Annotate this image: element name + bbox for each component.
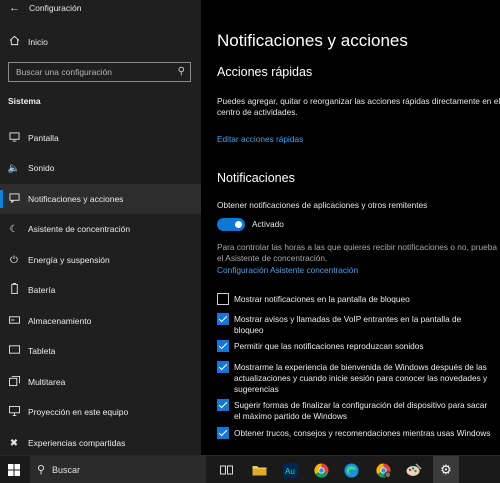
power-icon: ⏻ <box>10 254 18 266</box>
speaker-icon: 🔈 <box>7 162 21 174</box>
projection-icon <box>0 405 28 419</box>
sidebar-item-label: Tableta <box>28 346 56 356</box>
notification-icon <box>0 192 28 206</box>
windows-start-icon[interactable] <box>4 460 24 480</box>
sidebar-item-tableta[interactable]: Tableta <box>0 336 201 366</box>
sidebar-item-label: Batería <box>28 285 56 295</box>
sidebar-item-label: Proyección en este equipo <box>28 407 129 417</box>
taskbar-search-label: Buscar <box>52 464 81 475</box>
sidebar-item-pantalla[interactable]: Pantalla <box>0 123 201 153</box>
get-notifications-label: Obtener notificaciones de aplicaciones y… <box>217 200 428 210</box>
checkbox-voip-lock-screen[interactable] <box>217 313 229 325</box>
edge-icon[interactable] <box>341 460 361 480</box>
sidebar-item-sonido[interactable]: 🔈 Sonido <box>0 153 201 183</box>
sidebar-item-notificaciones[interactable]: Notificaciones y acciones <box>0 184 201 214</box>
sidebar-item-label: Energía y suspensión <box>28 255 110 265</box>
main-content: Notificaciones y acciones Acciones rápid… <box>201 0 500 455</box>
sidebar-item-bateria[interactable]: Batería <box>0 275 201 305</box>
checkbox-label: Sugerir formas de finalizar la configura… <box>234 400 488 421</box>
taskbar-search-box[interactable]: ⚲ Buscar <box>30 456 206 483</box>
sidebar-item-almacenamiento[interactable]: Almacenamiento <box>0 306 201 336</box>
toggle-knob <box>235 221 242 228</box>
checkbox-welcome-experience[interactable] <box>217 361 229 373</box>
file-explorer-icon[interactable] <box>249 460 269 480</box>
window-title: Configuración <box>29 3 82 13</box>
sidebar-item-label: Multitarea <box>28 377 66 387</box>
quick-actions-heading: Acciones rápidas <box>217 65 313 79</box>
checkbox-tips[interactable] <box>217 427 229 439</box>
sidebar-section-title: Sistema <box>8 96 41 106</box>
sidebar-item-proyeccion[interactable]: Proyección en este equipo <box>0 397 201 427</box>
sidebar-item-label: Experiencias compartidas <box>28 438 126 448</box>
storage-icon <box>0 315 28 327</box>
paint-icon[interactable] <box>404 460 424 480</box>
toggle-state-label: Activado <box>252 219 284 229</box>
notifications-heading: Notificaciones <box>217 171 295 185</box>
sidebar-item-energia[interactable]: ⏻ Energía y suspensión <box>0 245 201 275</box>
checkbox-lock-screen-notifications[interactable] <box>217 293 229 305</box>
focus-assist-settings-link[interactable]: Configuración Asistente concentración <box>217 265 358 275</box>
audition-icon[interactable]: Au <box>280 460 300 480</box>
sidebar-home[interactable]: Inicio <box>0 27 201 57</box>
sidebar-item-label: Notificaciones y acciones <box>28 194 124 204</box>
search-placeholder: Buscar una configuración <box>16 67 112 77</box>
sidebar-item-experiencias[interactable]: ✖ Experiencias compartidas <box>0 428 201 458</box>
sidebar-item-label: Almacenamiento <box>28 316 92 326</box>
search-icon[interactable]: ⚲ <box>178 66 185 77</box>
task-view-icon[interactable] <box>216 460 236 480</box>
moon-icon: ☾ <box>9 223 19 235</box>
chrome-profile-icon[interactable] <box>373 460 393 480</box>
share-icon: ✖ <box>9 437 19 449</box>
focus-assist-hint: Para controlar las horas a las que quier… <box>217 242 497 263</box>
settings-icon[interactable]: ⚙ <box>433 456 459 483</box>
sidebar-item-label: Asistente de concentración <box>28 224 131 234</box>
sidebar: ← Configuración Inicio Buscar una config… <box>0 0 201 455</box>
monitor-icon <box>0 131 28 145</box>
sidebar-home-label: Inicio <box>28 37 48 47</box>
checkbox-label: Mostrarme la experiencia de bienvenida d… <box>234 362 488 394</box>
window-title-bar: ← Configuración <box>9 2 81 14</box>
svg-text:Au: Au <box>285 467 295 476</box>
sidebar-item-asistente[interactable]: ☾ Asistente de concentración <box>0 214 201 244</box>
tablet-icon <box>0 345 28 357</box>
checkbox-label: Mostrar notificaciones en la pantalla de… <box>234 294 410 304</box>
checkbox-label: Obtener trucos, consejos y recomendacion… <box>234 428 491 438</box>
edit-quick-actions-link[interactable]: Editar acciones rápidas <box>217 134 303 144</box>
quick-actions-description: Puedes agregar, quitar o reorganizar las… <box>217 96 500 117</box>
taskbar: ⚲ Buscar Au ⚙ <box>0 455 500 483</box>
search-icon: ⚲ <box>36 464 46 476</box>
chrome-icon[interactable] <box>311 460 331 480</box>
sidebar-item-label: Pantalla <box>28 133 59 143</box>
checkbox-label: Mostrar avisos y llamadas de VoIP entran… <box>234 314 462 335</box>
arrow-left-icon[interactable]: ← <box>9 2 29 14</box>
checkbox-notification-sounds[interactable] <box>217 340 229 352</box>
checkbox-suggest-setup[interactable] <box>217 399 229 411</box>
home-icon <box>0 35 28 49</box>
checkbox-label: Permitir que las notificaciones reproduz… <box>234 341 424 351</box>
sidebar-item-label: Sonido <box>28 163 55 173</box>
page-title: Notificaciones y acciones <box>217 31 408 50</box>
notifications-toggle[interactable] <box>217 218 245 231</box>
settings-search-input[interactable]: Buscar una configuración ⚲ <box>8 62 191 82</box>
battery-icon <box>0 283 28 297</box>
sidebar-item-multitarea[interactable]: Multitarea <box>0 367 201 397</box>
multitask-icon <box>0 375 28 389</box>
